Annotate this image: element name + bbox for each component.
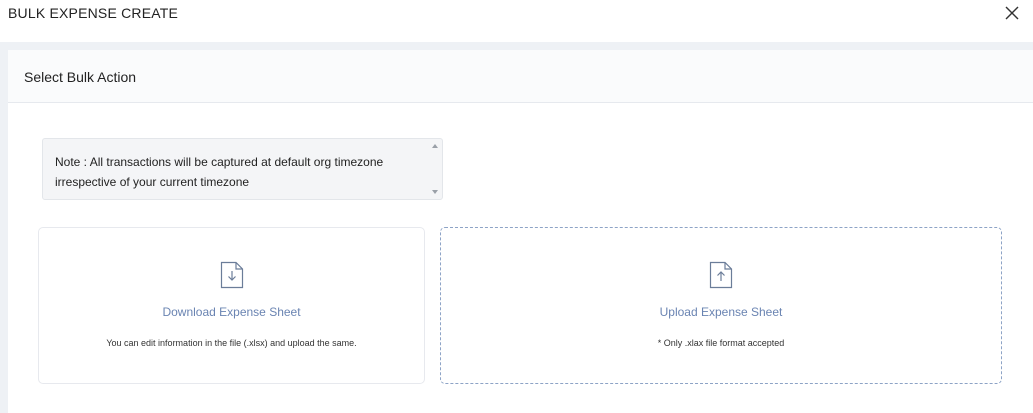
file-download-icon bbox=[220, 261, 244, 289]
upload-card-title[interactable]: Upload Expense Sheet bbox=[441, 305, 1001, 319]
download-card-subtitle: You can edit information in the file (.x… bbox=[106, 338, 357, 348]
modal-title: BULK EXPENSE CREATE bbox=[8, 5, 179, 21]
note-line-2: irrespective of your current timezone bbox=[55, 175, 250, 189]
download-expense-sheet-card[interactable]: Download Expense Sheet You can edit info… bbox=[38, 227, 425, 384]
download-card-title[interactable]: Download Expense Sheet bbox=[39, 305, 424, 319]
upload-expense-sheet-card[interactable]: Upload Expense Sheet * Only .xlax file f… bbox=[440, 227, 1002, 384]
content-area: Select Bulk Action Note : All transactio… bbox=[0, 42, 1033, 413]
panel-header: Select Bulk Action bbox=[8, 50, 1033, 103]
bulk-action-panel: Select Bulk Action Note : All transactio… bbox=[8, 50, 1033, 413]
note-line-1: Note : All transactions will be captured… bbox=[55, 155, 384, 169]
timezone-note[interactable]: Note : All transactions will be captured… bbox=[42, 138, 443, 200]
upload-card-subtitle: * Only .xlax file format accepted bbox=[657, 338, 785, 348]
file-upload-icon bbox=[709, 261, 733, 289]
panel-title: Select Bulk Action bbox=[24, 69, 137, 85]
scroll-up-arrow-icon[interactable] bbox=[432, 144, 438, 148]
modal-header: BULK EXPENSE CREATE bbox=[0, 0, 1033, 42]
close-icon bbox=[1005, 6, 1019, 20]
close-button[interactable] bbox=[1003, 4, 1021, 22]
scroll-down-arrow-icon[interactable] bbox=[432, 190, 438, 194]
